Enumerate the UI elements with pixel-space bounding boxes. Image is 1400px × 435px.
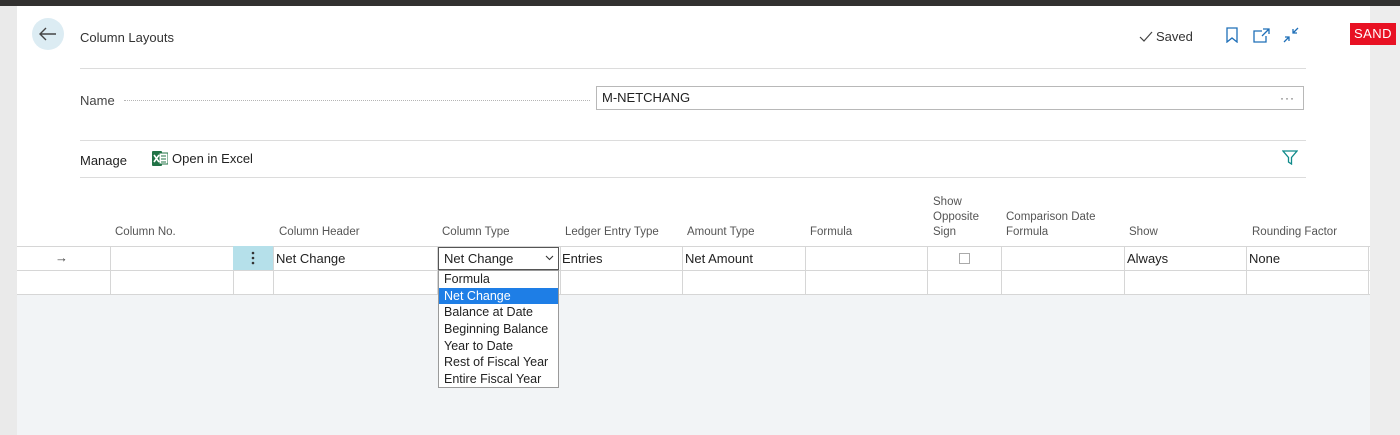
dropdown-option-rest-of-fiscal-year[interactable]: Rest of Fiscal Year — [439, 354, 558, 371]
bookmark-button[interactable] — [1223, 26, 1241, 44]
divider — [80, 177, 1306, 178]
checkmark-icon — [1139, 31, 1153, 42]
collapse-icon — [1283, 27, 1299, 43]
name-leader-dots — [124, 100, 590, 101]
column-header-formula[interactable]: Formula — [810, 225, 852, 240]
more-options-button[interactable]: ··· — [1280, 87, 1295, 109]
column-header-comparison-date-formula[interactable]: Comparison Date Formula — [1006, 210, 1116, 240]
dropdown-option-net-change[interactable]: Net Change — [439, 287, 558, 305]
column-header-ledger-entry-type[interactable]: Ledger Entry Type — [565, 225, 659, 240]
grid-line — [1124, 246, 1125, 295]
grid-line — [1368, 246, 1369, 295]
saved-status: Saved — [1139, 29, 1193, 44]
grid-line — [273, 246, 274, 295]
column-header-rounding-factor[interactable]: Rounding Factor — [1252, 225, 1337, 240]
empty-list-area — [17, 295, 1370, 435]
current-row-indicator: → — [55, 250, 68, 265]
name-input[interactable]: M-NETCHANG ··· — [596, 86, 1304, 110]
open-in-excel-button[interactable]: Open in Excel — [152, 151, 253, 166]
dropdown-option-balance-at-date[interactable]: Balance at Date — [439, 304, 558, 321]
cell-show[interactable]: Always — [1127, 247, 1168, 271]
open-in-excel-label: Open in Excel — [172, 151, 253, 166]
grid-line — [560, 246, 561, 295]
filter-icon — [1281, 150, 1299, 166]
column-type-select[interactable]: Net Change — [438, 247, 559, 270]
cell-column-header[interactable]: Net Change — [276, 247, 345, 271]
show-opposite-sign-checkbox[interactable] — [959, 253, 970, 264]
cell-rounding-factor[interactable]: None — [1249, 247, 1280, 271]
column-header-column-type[interactable]: Column Type — [442, 225, 510, 240]
grid-line — [682, 246, 683, 295]
grid-line — [927, 246, 928, 295]
open-new-window-icon — [1252, 27, 1270, 43]
dropdown-option-entire-fiscal-year[interactable]: Entire Fiscal Year — [439, 371, 558, 388]
cell-ledger-entry-type[interactable]: Entries — [562, 247, 602, 271]
manage-button[interactable]: Manage — [80, 153, 127, 168]
column-header-column-no[interactable]: Column No. — [115, 225, 176, 240]
column-header-show[interactable]: Show — [1129, 225, 1158, 240]
name-value: M-NETCHANG — [602, 90, 691, 105]
grid-line — [110, 246, 111, 295]
dropdown-option-formula[interactable]: Formula — [439, 271, 558, 288]
column-type-value: Net Change — [444, 251, 514, 266]
name-label: Name — [80, 93, 115, 108]
more-vertical-icon — [251, 251, 255, 265]
back-button[interactable] — [32, 18, 64, 50]
divider — [80, 68, 1306, 69]
cell-amount-type[interactable]: Net Amount — [685, 247, 753, 271]
column-header-show-opposite-sign[interactable]: Show Opposite Sign — [933, 195, 989, 240]
back-arrow-icon — [39, 27, 56, 41]
bookmark-icon — [1226, 27, 1238, 43]
column-type-dropdown: Formula Net Change Balance at Date Begin… — [438, 270, 559, 388]
saved-label: Saved — [1156, 29, 1193, 44]
open-new-window-button[interactable] — [1252, 26, 1270, 44]
grid-line — [1246, 246, 1247, 295]
page-panel: Column Layouts Saved Name M-NETCHANG ···… — [17, 6, 1370, 435]
divider — [80, 140, 1306, 141]
grid-line — [1001, 246, 1002, 295]
excel-icon — [152, 151, 168, 166]
collapse-button[interactable] — [1282, 26, 1300, 44]
page-title: Column Layouts — [80, 30, 174, 45]
filter-button[interactable] — [1281, 150, 1299, 170]
dropdown-option-year-to-date[interactable]: Year to Date — [439, 338, 558, 355]
column-header-column-header[interactable]: Column Header — [279, 225, 360, 240]
backdrop-right — [1370, 6, 1400, 435]
backdrop-left — [0, 6, 17, 435]
column-header-amount-type[interactable]: Amount Type — [687, 225, 755, 240]
dropdown-option-beginning-balance[interactable]: Beginning Balance — [439, 321, 558, 338]
environment-badge: SAND — [1350, 23, 1396, 45]
grid-line — [805, 246, 806, 295]
row-actions-button[interactable] — [233, 246, 273, 270]
chevron-down-icon — [545, 248, 554, 269]
